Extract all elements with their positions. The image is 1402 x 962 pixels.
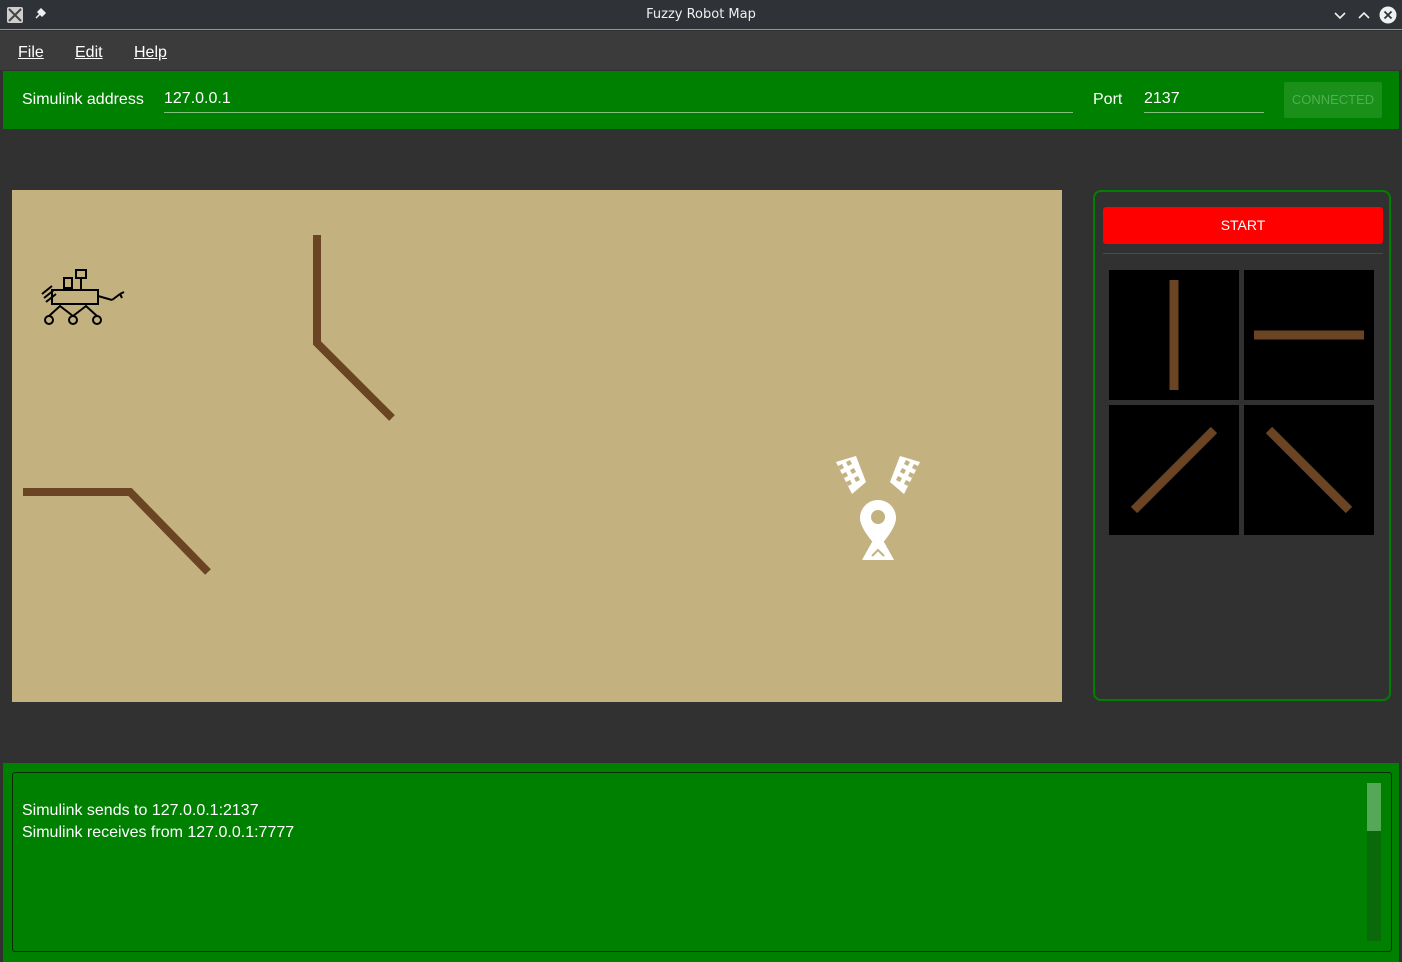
tile-diagonal-down-wall[interactable] [1244, 405, 1374, 535]
panel-divider [1103, 253, 1383, 254]
robot-map[interactable] [12, 190, 1062, 702]
close-icon[interactable] [1378, 5, 1398, 25]
tile-diagonal-up-wall[interactable] [1109, 405, 1239, 535]
rover-icon [41, 269, 125, 325]
menu-file[interactable]: File [18, 31, 44, 70]
log-scrollbar-thumb[interactable] [1367, 783, 1381, 831]
menu-bar: File Edit Help [0, 31, 1402, 70]
window-title: Fuzzy Robot Map [646, 7, 756, 22]
wall-palette-panel: START [1093, 190, 1391, 701]
log-line: Simulink sends to 127.0.0.1:2137 [22, 802, 259, 819]
tile-horizontal-wall[interactable] [1244, 270, 1374, 400]
finish-flags-pin-icon [836, 456, 920, 560]
connect-button[interactable]: CONNECTED [1284, 82, 1382, 118]
port-input[interactable] [1144, 85, 1264, 113]
menu-file-label: File [18, 44, 44, 61]
simulink-address-input[interactable] [164, 85, 1073, 113]
wall-vertical-diagonal [313, 235, 395, 421]
log-line: Simulink receives from 127.0.0.1:7777 [22, 824, 295, 841]
window-titlebar: Fuzzy Robot Map [0, 0, 1402, 30]
connection-bar: Simulink address Port CONNECTED [3, 71, 1399, 129]
wall-horizontal-diagonal [23, 488, 211, 575]
simulink-address-label: Simulink address [22, 91, 144, 108]
start-button[interactable]: START [1103, 207, 1383, 244]
log-textarea[interactable]: Simulink sends to 127.0.0.1:2137 Simulin… [12, 772, 1392, 952]
menu-help-label: Help [134, 44, 167, 61]
port-label: Port [1093, 91, 1123, 108]
minimize-icon[interactable] [1330, 5, 1350, 25]
menu-edit[interactable]: Edit [75, 31, 103, 70]
menu-edit-label: Edit [75, 44, 103, 61]
log-scrollbar[interactable] [1367, 783, 1381, 941]
tile-vertical-wall[interactable] [1109, 270, 1239, 400]
log-panel: Simulink sends to 127.0.0.1:2137 Simulin… [3, 763, 1399, 962]
maximize-icon[interactable] [1354, 5, 1374, 25]
menu-help[interactable]: Help [134, 31, 167, 70]
